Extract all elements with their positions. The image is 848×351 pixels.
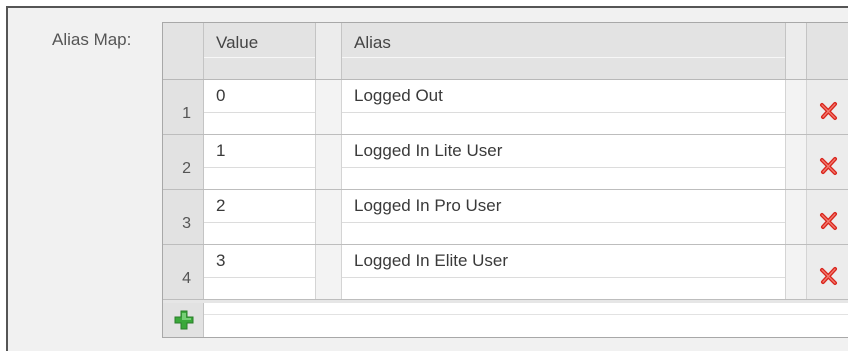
alias-map-table: Value Alias 1 0 Logged Out 2 1 Logged In…: [162, 22, 848, 338]
row-actions: [807, 245, 848, 299]
delete-x-icon[interactable]: [819, 211, 839, 231]
row-actions: [807, 190, 848, 244]
alias-text: Logged In Elite User: [354, 251, 509, 270]
value-text: 0: [216, 86, 226, 105]
column-header-value-label: Value: [216, 33, 259, 52]
value-text: 1: [216, 141, 226, 160]
row-number: 4: [163, 245, 204, 299]
row-actions: [807, 135, 848, 189]
plus-icon[interactable]: [174, 310, 194, 330]
column-header-alias-label: Alias: [354, 33, 391, 52]
add-row-cell: [163, 303, 204, 337]
delete-x-icon[interactable]: [819, 101, 839, 121]
alias-cell[interactable]: Logged Out: [342, 80, 786, 134]
value-cell[interactable]: 0: [204, 80, 316, 134]
row-number: 3: [163, 190, 204, 244]
column-header-alias[interactable]: Alias: [342, 23, 786, 79]
row-number: 2: [163, 135, 204, 189]
delete-x-icon[interactable]: [819, 156, 839, 176]
table-header: Value Alias: [163, 23, 848, 80]
row-number: 1: [163, 80, 204, 134]
row-actions: [807, 80, 848, 134]
alias-cell[interactable]: Logged In Lite User: [342, 135, 786, 189]
alias-map-label: Alias Map:: [52, 30, 132, 49]
alias-text: Logged In Pro User: [354, 196, 502, 215]
value-cell[interactable]: 2: [204, 190, 316, 244]
alias-cell[interactable]: Logged In Elite User: [342, 245, 786, 299]
alias-map-panel: Alias Map: Value Alias 1 0 Logged Out 2 …: [6, 6, 848, 351]
value-cell[interactable]: 1: [204, 135, 316, 189]
column-resizer[interactable]: [786, 23, 807, 79]
table-row: 2 1 Logged In Lite User: [163, 135, 848, 190]
alias-text: Logged Out: [354, 86, 443, 105]
value-text: 2: [216, 196, 226, 215]
row-number-header: [163, 23, 204, 79]
actions-header: [807, 23, 848, 79]
table-row: 3 2 Logged In Pro User: [163, 190, 848, 245]
table-row: 4 3 Logged In Elite User: [163, 245, 848, 300]
column-resizer[interactable]: [316, 23, 342, 79]
column-header-value[interactable]: Value: [204, 23, 316, 79]
table-row: 1 0 Logged Out: [163, 80, 848, 135]
delete-x-icon[interactable]: [819, 266, 839, 286]
value-text: 3: [216, 251, 226, 270]
alias-cell[interactable]: Logged In Pro User: [342, 190, 786, 244]
add-row: [163, 303, 848, 337]
alias-text: Logged In Lite User: [354, 141, 503, 160]
value-cell[interactable]: 3: [204, 245, 316, 299]
